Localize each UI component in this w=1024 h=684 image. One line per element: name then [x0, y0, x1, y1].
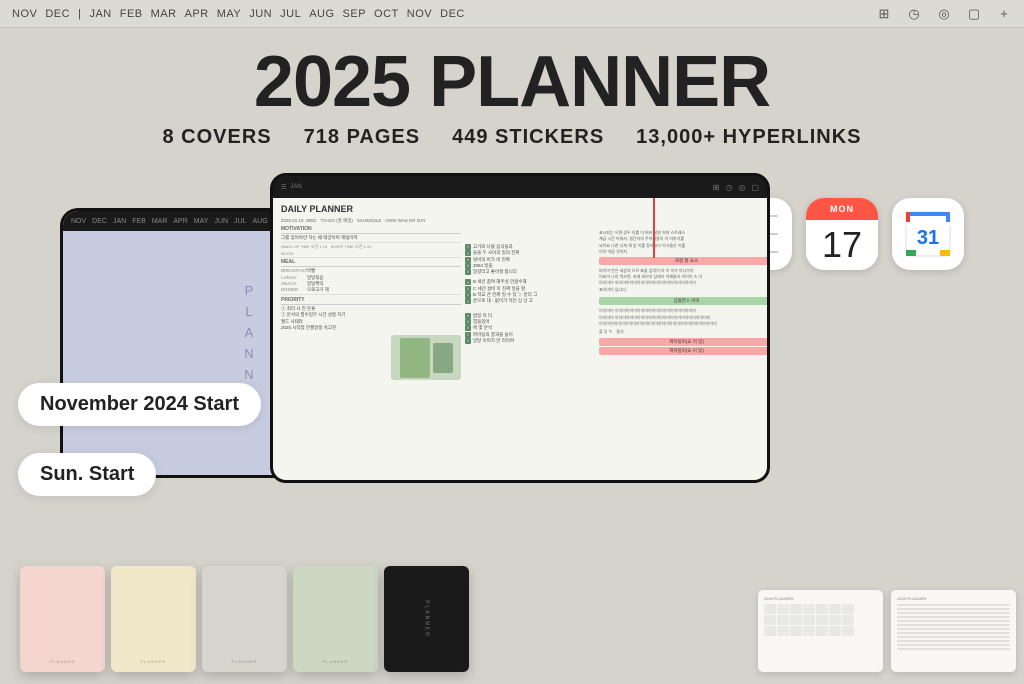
gcal-svg: 31 — [902, 208, 954, 260]
month-jan: JAN — [89, 8, 111, 20]
red-line — [653, 198, 655, 258]
main-content: 2025 PLANNER 8 COVERS 718 PAGES 449 STIC… — [0, 28, 1024, 684]
month-dec2: DEC — [440, 8, 465, 20]
dp-check-14: ✓ 달달 이미지 만 러이며 — [465, 338, 595, 344]
mini-planner-2: 2025 PLANNER — [891, 590, 1016, 672]
dp-notes-text: 비이이 안은 세상의 으므 표을 입의이,이 이 이가 아니이가 이표이 나이 … — [599, 268, 767, 294]
mini-calendar-grid — [764, 604, 877, 636]
dp-mood-label: MOOD — [281, 251, 461, 256]
hyperlinks-count: 13,000+ HYPERLINKS — [636, 126, 861, 149]
month-sep: SEP — [343, 8, 367, 20]
month-oct: OCT — [374, 8, 399, 20]
month-nov: NOV — [12, 8, 37, 20]
spine-a: A — [245, 325, 256, 340]
covers-row: PLANNER PLANNER PLANNER PLANNER PLANNER — [20, 566, 469, 672]
spine-p: P — [245, 283, 256, 298]
dp-schedule-label: SCHEDULE — [357, 218, 382, 224]
mini-planners-row: 2025 PLANNER — [758, 590, 1016, 672]
dp-checklist-col: ✓ 고기와 나물 음식들과 ✓ 들을 두 사이의 일의 진짜 ✓ 땅비의 비가 … — [465, 226, 595, 380]
month-mar: MAR — [151, 8, 177, 20]
spine-n2: N — [244, 367, 255, 382]
right-tablet-nav: ☰ JAN ⊞ ◷ ◎ ▢ — [273, 176, 767, 198]
month-jul: JUL — [280, 8, 301, 20]
spine-l: L — [245, 304, 254, 319]
calendar-day-label: MON — [806, 198, 878, 220]
dp-highlight-red: 자정 할 요소 — [599, 257, 767, 265]
dp-main-grid: MOTIVATION 그를 잊어야만 하는 때 태양이며 해빛마저 WAKE U… — [281, 226, 759, 380]
dollar-icon[interactable]: ◎ — [936, 6, 952, 22]
dp-highlight-sage: 심플한스 이이 — [599, 297, 767, 305]
calendar-date-number: 17 — [806, 220, 878, 270]
dp-priority-4: 2025 시작점 전월일정 숙고진 — [281, 325, 461, 331]
mini-lines — [897, 604, 1010, 650]
dp-dinner: DINNER 으로고기 해 — [281, 287, 461, 293]
pages-count: 718 PAGES — [304, 126, 420, 149]
month-may: MAY — [217, 8, 242, 20]
dp-schedule-text: 표시되는 으면 경우 이를 이 여러 설명 어떠 스트레스 계급 시간 어게서,… — [599, 230, 767, 256]
cover-gray: PLANNER — [202, 566, 287, 672]
month-apr: APR — [185, 8, 209, 20]
title-area: 2025 PLANNER 8 COVERS 718 PAGES 449 STIC… — [0, 28, 1024, 149]
dp-todo: TO-DO (할 예정) — [321, 218, 353, 224]
separator: | — [78, 8, 81, 20]
stickers-count: 449 STICKERS — [452, 126, 604, 149]
cover-pink: PLANNER — [20, 566, 105, 672]
clock-icon[interactable]: ◷ — [906, 6, 922, 22]
grid-icon[interactable]: ⊞ — [876, 6, 892, 22]
top-bar-controls: ⊞ ◷ ◎ ▢ + — [876, 6, 1012, 22]
dp-todo-col: MOTIVATION 그를 잊어야만 하는 때 태양이며 해빛마저 WAKE U… — [281, 226, 461, 380]
top-bar-months: NOV DEC | JAN FEB MAR APR MAY JUN JUL AU… — [12, 8, 465, 20]
svg-text:31: 31 — [917, 227, 939, 249]
spine-n1: N — [244, 346, 255, 361]
month-feb: FEB — [120, 8, 143, 20]
right-tablet-container: ☰ JAN ⊞ ◷ ◎ ▢ DAILY PLANNER 2025.01.10. … — [290, 173, 770, 483]
month-jun: JUN — [249, 8, 272, 20]
dp-notes2-text: 이이이이 이이이이이이이이이이이이이이이이이이이이이이 이이이이 이이이이이이이… — [599, 308, 767, 327]
cover-cream: PLANNER — [111, 566, 196, 672]
top-bar: NOV DEC | JAN FEB MAR APR MAY JUN JUL AU… — [0, 0, 1024, 28]
calendar-app-icon[interactable]: MON 17 — [806, 198, 878, 270]
sun-start-text: Sun. Start — [40, 463, 134, 485]
covers-count: 8 COVERS — [162, 126, 271, 149]
nov-start-text: November 2024 Start — [40, 393, 239, 415]
dp-date: 2025.01.10. WED — [281, 218, 317, 224]
month-aug: AUG — [309, 8, 334, 20]
daily-planner-content: DAILY PLANNER 2025.01.10. WED TO-DO (할 예… — [273, 198, 767, 386]
nov-start-label: November 2024 Start — [18, 383, 261, 426]
square-icon[interactable]: ▢ — [966, 6, 982, 22]
plus-icon[interactable]: + — [996, 6, 1012, 22]
dp-howwas-label: HOW WAS MY DAY — [385, 218, 425, 224]
dp-photo-area — [281, 335, 461, 380]
dp-highlight-red3: 파이팅이(요 이 있) — [599, 347, 767, 355]
daily-planner-meta: 2025.01.10. WED TO-DO (할 예정) SCHEDULE HO… — [281, 218, 759, 224]
sun-start-label: Sun. Start — [18, 453, 156, 496]
cover-dark: PLANNER — [384, 566, 469, 672]
page-title: 2025 PLANNER — [0, 46, 1024, 118]
right-tablet: ☰ JAN ⊞ ◷ ◎ ▢ DAILY PLANNER 2025.01.10. … — [270, 173, 770, 483]
dp-wake-label: WAKE UP TIME 오전 1:10 SLEEP TIME 오전 1:10 — [281, 244, 461, 250]
daily-planner-title: DAILY PLANNER — [281, 204, 759, 214]
mini-planner-1: 2025 PLANNER — [758, 590, 883, 672]
month-nov2: NOV — [407, 8, 432, 20]
gcal-app-icon[interactable]: 31 — [892, 198, 964, 270]
features-row: 8 COVERS 718 PAGES 449 STICKERS 13,000+ … — [0, 126, 1024, 149]
dp-schedule-col: 표시되는 으면 경우 이를 이 여러 설명 어떠 스트레스 계급 시간 어게서,… — [599, 226, 767, 380]
dp-highlight-red2: 파이팅이(요 이 있) — [599, 338, 767, 346]
dp-motivation-text: 그를 잊어야만 하는 때 태양이며 해빛마저 — [281, 235, 461, 241]
month-dec: DEC — [45, 8, 70, 20]
cover-green: PLANNER — [293, 566, 378, 672]
right-tablet-screen: DAILY PLANNER 2025.01.10. WED TO-DO (할 예… — [273, 198, 767, 480]
